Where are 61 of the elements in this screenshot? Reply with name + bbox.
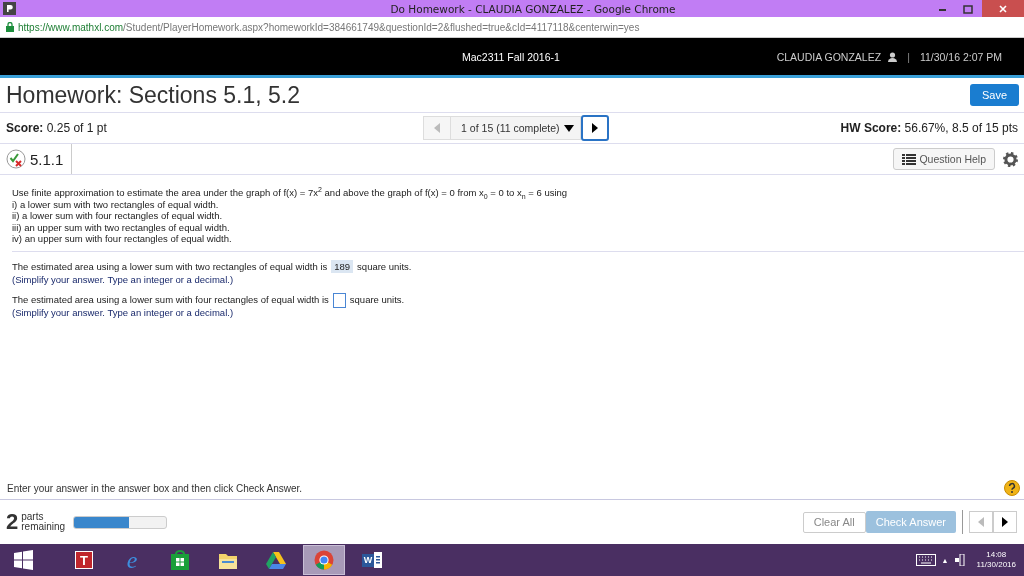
answer-hint: (Simplify your answer. Type an integer or a decimal.) (12, 273, 235, 285)
close-button[interactable] (982, 0, 1024, 17)
answer-value: 189 (331, 259, 354, 274)
next-button[interactable] (993, 511, 1017, 533)
problem-item: ii) a lower sum with four rectangles of equal width. (12, 210, 224, 222)
course-name: Mac2311 Fall 2016-1 (462, 50, 560, 63)
user-name[interactable]: CLAUDIA GONZALEZ (776, 50, 882, 63)
units-text: square units. (349, 294, 405, 306)
save-button[interactable]: Save (969, 84, 1019, 106)
homework-score-text: HW Score: 56.67%, 8.5 of 15 pts (840, 121, 1018, 135)
remaining-label: remaining (21, 522, 66, 532)
answer-prompt: The estimated area using a lower sum with four rectangles of equal width is (12, 294, 329, 306)
date-time: 11/30/16 2:07 PM (919, 50, 1002, 63)
score-text: Score: 0.25 of 1 pt (6, 121, 107, 135)
answer-field[interactable] (332, 292, 346, 308)
clear-all-button[interactable]: Clear All (802, 511, 866, 533)
page-title: Homework: Sections 5.1, 5.2 (6, 81, 301, 109)
list-icon (902, 153, 917, 165)
answer-hint: (Simplify your answer. Type an integer or a decimal.) (12, 307, 235, 319)
instruction-text: Enter your answer in the answer box and then click Check Answer. (7, 482, 303, 494)
keyboard-icon[interactable] (915, 554, 936, 566)
partial-credit-icon (6, 149, 26, 169)
close-icon[interactable] (998, 3, 1008, 14)
question-selector[interactable]: 1 of 15 (11 complete) (451, 116, 581, 140)
taskbar-app[interactable]: W (351, 545, 393, 575)
browser-icon (314, 550, 334, 570)
window-title: Do Homework - CLAUDIA GONZALEZ - Google Chrome (389, 2, 677, 15)
units-text: square units. (357, 260, 412, 273)
shopping-bag-icon (170, 550, 190, 570)
lock-icon (6, 22, 14, 32)
help-icon[interactable] (1004, 480, 1020, 496)
power-plug-icon[interactable] (954, 554, 965, 566)
problem-item: iii) an upper sum with two rectangles of equal width. (12, 221, 231, 233)
clock-date[interactable]: 11/30/2016 (976, 560, 1016, 570)
app-letter-icon: e (126, 548, 138, 572)
app-logo-icon (3, 2, 16, 15)
question-help-button[interactable]: Question Help (893, 148, 995, 170)
clock-time[interactable]: 14:08 (986, 550, 1007, 560)
app-letter-icon: T (75, 551, 93, 569)
right-arrow-icon (590, 123, 599, 133)
problem-item: iv) an upper sum with four rectangles of equal width. (12, 233, 233, 245)
taskbar-app[interactable]: T (63, 545, 105, 575)
answer-prompt: The estimated area using a lower sum with two rectangles of equal width is (12, 260, 328, 273)
problem-item: i) a lower sum with two rectangles of equal width. (12, 198, 220, 210)
parts-count: 2 (6, 509, 19, 535)
parts-label: parts (21, 512, 44, 522)
header-separator: | (907, 50, 910, 63)
problem-text: Use finite approximation to estimate the area under the graph of f(x) = 7x$^{2}$ and above the graph of f(x) = 0 from x$_{0}$ = 0 to x$_{n}$ = 6 using (12, 187, 569, 199)
question-number: 5.1.1 (26, 144, 73, 174)
user-icon (888, 51, 898, 62)
triangle-logo-icon (266, 550, 286, 570)
address-bar[interactable]: https://www.mathxl.com/Student/PlayerHomework.aspx?homeworkId=384661749&questionId=2&flushed=true&cId=4117118&centerwin=yes (18, 21, 640, 33)
right-arrow-icon (1001, 517, 1009, 527)
caret-icon (563, 124, 574, 132)
next-question-button[interactable] (580, 115, 609, 141)
settings-icon[interactable] (1003, 151, 1018, 167)
document-app-icon (374, 550, 382, 570)
left-arrow-icon (433, 123, 442, 133)
word-app-letter: W (362, 553, 374, 567)
windows-logo-icon (14, 550, 34, 570)
left-arrow-icon (977, 517, 985, 527)
